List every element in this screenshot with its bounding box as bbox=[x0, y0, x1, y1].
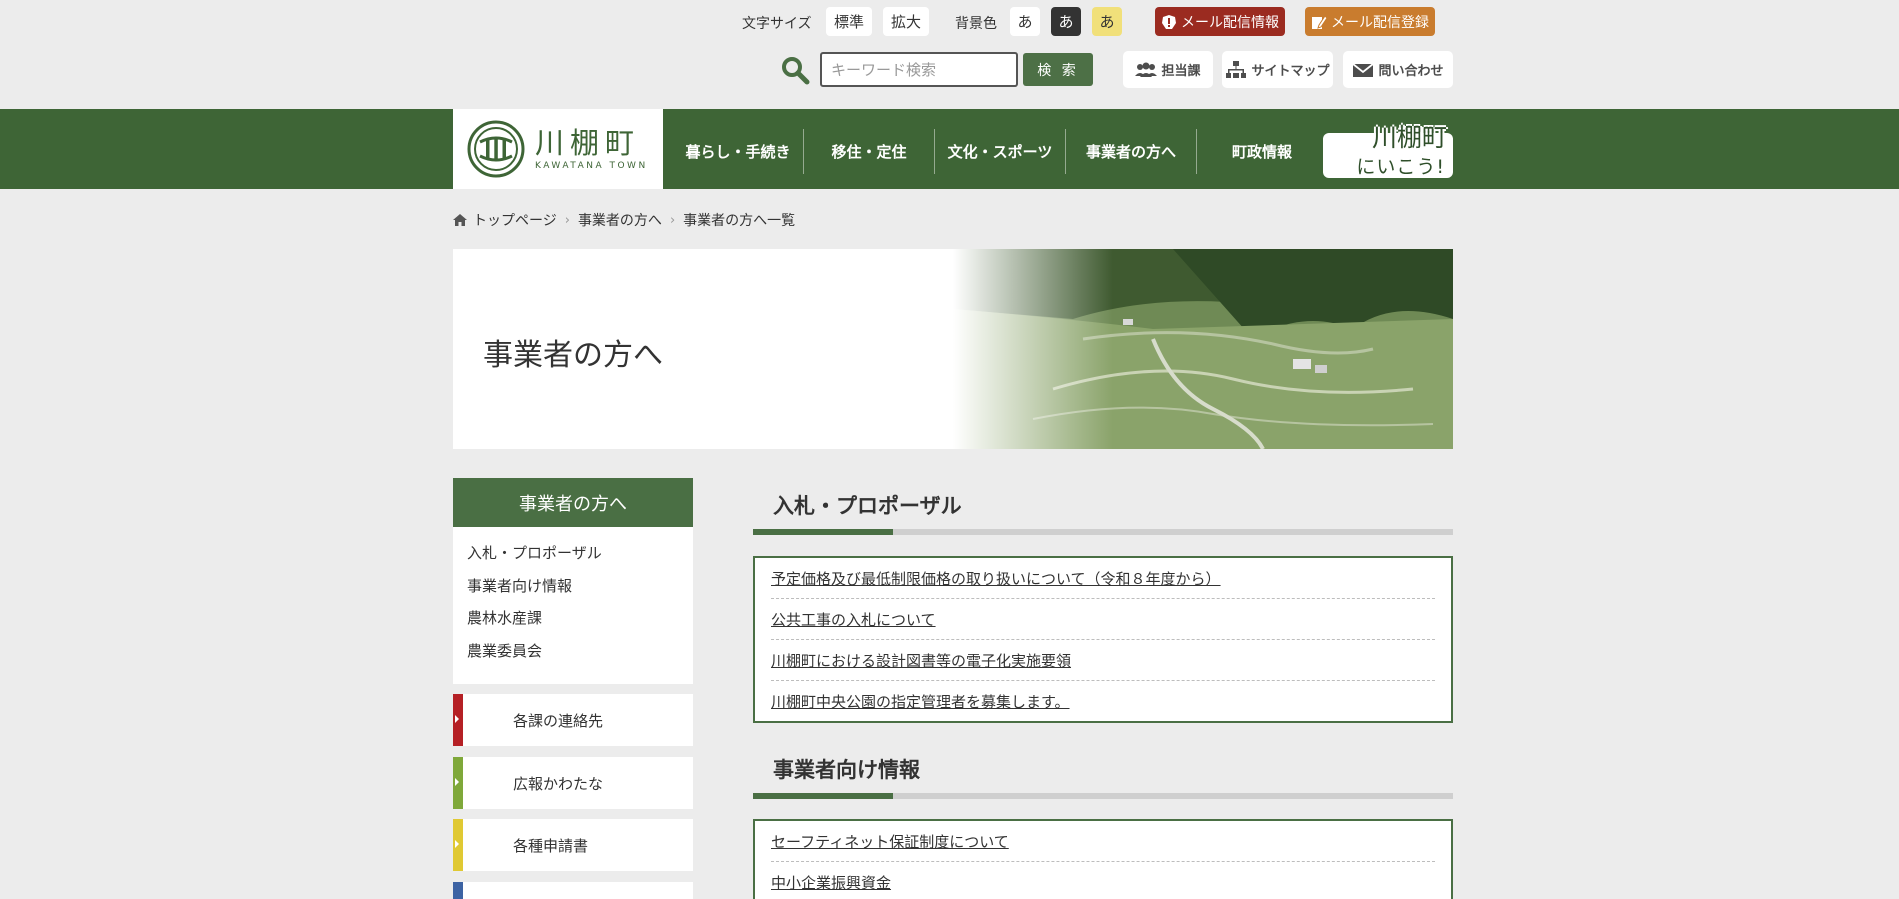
bidding-link-4[interactable]: 川棚町中央公園の指定管理者を募集します。 bbox=[771, 691, 1070, 712]
caret-right-icon bbox=[453, 694, 463, 746]
sidebar-item-agriculture-committee[interactable]: 農業委員会 bbox=[453, 637, 693, 670]
search-button[interactable]: 検 索 bbox=[1023, 53, 1093, 86]
bg-black-button[interactable]: あ bbox=[1051, 7, 1081, 36]
search-icon bbox=[782, 57, 810, 85]
page-title: 事業者の方へ bbox=[483, 338, 663, 373]
application-forms-link[interactable]: 各種申請書 bbox=[453, 819, 693, 871]
people-icon bbox=[1135, 62, 1158, 77]
terraced-fields-photo bbox=[953, 249, 1453, 449]
list-item: 公共工事の入札について bbox=[771, 599, 1435, 640]
breadcrumb-current: 事業者の方へ一覧 bbox=[683, 213, 796, 229]
sidebar-link-partial[interactable] bbox=[453, 882, 693, 899]
bg-color-label: 背景色 bbox=[955, 16, 997, 32]
list-item: セーフティネット保証制度について bbox=[771, 821, 1435, 862]
sitemap-icon bbox=[1226, 60, 1247, 78]
page-hero: 事業者の方へ bbox=[453, 249, 1453, 449]
bidding-link-list: 予定価格及び最低制限価格の取り扱いについて（令和８年度から） 公共工事の入札につ… bbox=[753, 556, 1453, 723]
pencil-icon bbox=[1311, 14, 1327, 30]
town-newsletter-label: 広報かわたな bbox=[513, 774, 604, 793]
logo-name-en: KAWATANA TOWN bbox=[535, 161, 648, 171]
mail-info-label: メール配信情報 bbox=[1181, 14, 1279, 31]
breadcrumb: トップページ › 事業者の方へ › 事業者の方へ一覧 bbox=[453, 210, 795, 230]
sidebar-heading: 事業者の方へ bbox=[453, 478, 693, 527]
business-info-link-1[interactable]: セーフティネット保証制度について bbox=[771, 831, 1009, 852]
sidebar-menu: 入札・プロポーザル 事業者向け情報 農林水産課 農業委員会 bbox=[453, 527, 693, 684]
home-icon bbox=[453, 214, 467, 226]
town-newsletter-link[interactable]: 広報かわたな bbox=[453, 757, 693, 809]
mail-info-button[interactable]: メール配信情報 bbox=[1155, 7, 1285, 36]
bidding-link-2[interactable]: 公共工事の入札について bbox=[771, 609, 936, 630]
town-emblem-icon bbox=[467, 120, 525, 178]
font-standard-button[interactable]: 標準 bbox=[826, 7, 872, 36]
mail-icon bbox=[1352, 62, 1375, 77]
search-input[interactable] bbox=[820, 52, 1018, 87]
sidebar-item-agriculture-dept[interactable]: 農林水産課 bbox=[453, 604, 693, 637]
logo-name-ja: 川棚町 bbox=[535, 126, 641, 160]
sitemap-button[interactable]: サイトマップ bbox=[1222, 51, 1333, 88]
caret-right-icon bbox=[453, 882, 463, 899]
bg-yellow-button[interactable]: あ bbox=[1092, 7, 1122, 36]
font-size-label: 文字サイズ bbox=[742, 16, 812, 32]
sidebar-item-bidding[interactable]: 入札・プロポーザル bbox=[453, 539, 693, 572]
nav-living[interactable]: 暮らし・手続き bbox=[673, 129, 803, 174]
bidding-link-1[interactable]: 予定価格及び最低制限価格の取り扱いについて（令和８年度から） bbox=[771, 568, 1221, 589]
utility-bar: 文字サイズ 標準 拡大 背景色 あ あ あ メール配信情報 メール配信登録 検 … bbox=[0, 0, 1899, 109]
sidebar-item-business-info[interactable]: 事業者向け情報 bbox=[453, 572, 693, 605]
contact-label: 問い合わせ bbox=[1378, 64, 1444, 79]
site-logo[interactable]: 川棚町 KAWATANA TOWN bbox=[453, 109, 663, 189]
list-item: 予定価格及び最低制限価格の取り扱いについて（令和８年度から） bbox=[771, 558, 1435, 599]
contact-button[interactable]: 問い合わせ bbox=[1343, 51, 1453, 88]
business-info-link-list: セーフティネット保証制度について 中小企業振興資金 bbox=[753, 819, 1453, 899]
breadcrumb-business[interactable]: 事業者の方へ bbox=[578, 210, 662, 230]
section-title-business-info: 事業者向け情報 bbox=[773, 758, 920, 782]
section-title-bidding: 入札・プロポーザル bbox=[773, 494, 962, 518]
bidding-link-3[interactable]: 川棚町における設計図書等の電子化実施要領 bbox=[771, 650, 1071, 671]
list-item: 川棚町における設計図書等の電子化実施要領 bbox=[771, 640, 1435, 681]
mail-register-button[interactable]: メール配信登録 bbox=[1305, 7, 1435, 36]
nav-business[interactable]: 事業者の方へ bbox=[1066, 129, 1196, 174]
department-button[interactable]: 担当課 bbox=[1123, 51, 1213, 88]
section-underline bbox=[753, 793, 1453, 799]
nav-culture-sports[interactable]: 文化・スポーツ bbox=[935, 129, 1065, 174]
chevron-right-icon: › bbox=[564, 212, 570, 228]
caret-right-icon bbox=[453, 757, 463, 809]
list-item: 中小企業振興資金 bbox=[771, 862, 1435, 899]
caret-right-icon bbox=[453, 819, 463, 871]
bg-white-button[interactable]: あ bbox=[1010, 7, 1040, 36]
list-item: 川棚町中央公園の指定管理者を募集します。 bbox=[771, 681, 1435, 722]
chevron-right-icon: › bbox=[669, 212, 676, 228]
section-underline bbox=[753, 529, 1453, 535]
business-info-link-2[interactable]: 中小企業振興資金 bbox=[771, 872, 891, 893]
department-contacts-label: 各課の連絡先 bbox=[513, 711, 604, 730]
application-forms-label: 各種申請書 bbox=[513, 836, 589, 855]
department-label: 担当課 bbox=[1161, 64, 1201, 79]
visit-kawatana-banner[interactable]: 川棚町 にいこう! bbox=[1323, 124, 1453, 178]
banner-line-2: にいこう! bbox=[1356, 156, 1445, 178]
nav-town-government[interactable]: 町政情報 bbox=[1197, 129, 1327, 174]
font-large-button[interactable]: 拡大 bbox=[883, 7, 929, 36]
sitemap-label: サイトマップ bbox=[1251, 64, 1330, 79]
alert-icon bbox=[1161, 14, 1177, 30]
department-contacts-link[interactable]: 各課の連絡先 bbox=[453, 694, 693, 746]
mail-register-label: メール配信登録 bbox=[1331, 14, 1429, 31]
nav-migration[interactable]: 移住・定住 bbox=[804, 129, 934, 174]
banner-line-1: 川棚町 bbox=[1371, 123, 1447, 152]
breadcrumb-top[interactable]: トップページ bbox=[473, 210, 557, 230]
